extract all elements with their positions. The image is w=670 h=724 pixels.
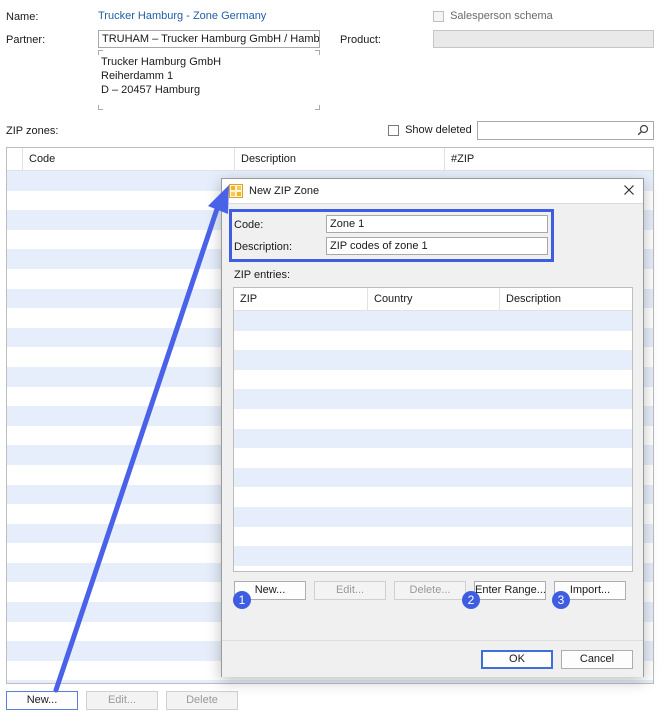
code-label: Code: bbox=[234, 219, 264, 231]
code-input[interactable]: Zone 1 bbox=[326, 215, 548, 233]
enter-range-button[interactable]: Enter Range... bbox=[474, 581, 546, 600]
close-icon[interactable] bbox=[623, 184, 635, 196]
show-deleted-checkbox[interactable] bbox=[388, 124, 399, 136]
new-zip-zone-dialog: New ZIP Zone Code: Zone 1 Description: Z… bbox=[221, 178, 644, 677]
table-header: Code Description #ZIP bbox=[7, 148, 653, 171]
salesperson-schema-checkbox[interactable] bbox=[433, 10, 444, 22]
column-header-zip[interactable]: ZIP bbox=[234, 288, 367, 310]
product-label: Product: bbox=[340, 34, 381, 46]
salesperson-schema-label: Salesperson schema bbox=[450, 10, 553, 23]
partner-label: Partner: bbox=[6, 34, 46, 46]
column-header-zip-count[interactable]: #ZIP bbox=[444, 148, 653, 170]
zip-entries-table[interactable]: ZIP Country Description bbox=[233, 287, 633, 572]
salesperson-schema-checkbox-wrap[interactable]: Salesperson schema bbox=[433, 10, 553, 22]
address-line: Trucker Hamburg GmbH bbox=[101, 56, 222, 68]
dialog-title: New ZIP Zone bbox=[249, 185, 320, 197]
entry-edit-button[interactable]: Edit... bbox=[314, 581, 386, 600]
zip-zone-app-icon bbox=[229, 184, 243, 198]
zones-delete-button[interactable]: Delete bbox=[166, 691, 238, 710]
ok-button[interactable]: OK bbox=[481, 650, 553, 669]
column-header-code[interactable]: Code bbox=[22, 148, 234, 170]
step-badge-2: 2 bbox=[462, 591, 480, 609]
product-field[interactable] bbox=[433, 30, 654, 48]
row-selector-header bbox=[7, 148, 22, 170]
show-deleted-label: Show deleted bbox=[405, 124, 472, 137]
zones-new-button[interactable]: New... bbox=[6, 691, 78, 710]
cancel-button[interactable]: Cancel bbox=[561, 650, 633, 669]
zip-entries-body bbox=[234, 311, 632, 566]
show-deleted-checkbox-wrap[interactable]: Show deleted bbox=[388, 124, 472, 136]
search-icon[interactable] bbox=[637, 124, 649, 136]
zip-entries-label: ZIP entries: bbox=[234, 269, 291, 281]
zip-zones-label: ZIP zones: bbox=[6, 125, 59, 137]
entry-delete-button[interactable]: Delete... bbox=[394, 581, 466, 600]
column-header-description[interactable]: Description bbox=[234, 148, 444, 170]
partner-field[interactable]: TRUHAM – Trucker Hamburg GmbH / Hambu bbox=[98, 30, 320, 48]
address-line: Reiherdamm 1 bbox=[101, 70, 174, 82]
search-input[interactable] bbox=[477, 121, 654, 140]
name-label: Name: bbox=[6, 11, 39, 23]
step-badge-3: 3 bbox=[552, 591, 570, 609]
column-header-country[interactable]: Country bbox=[367, 288, 499, 310]
description-input[interactable]: ZIP codes of zone 1 bbox=[326, 237, 548, 255]
step-badge-1: 1 bbox=[233, 591, 251, 609]
column-header-description[interactable]: Description bbox=[499, 288, 632, 310]
description-label: Description: bbox=[234, 241, 293, 253]
address-line: D – 20457 Hamburg bbox=[101, 84, 201, 96]
dialog-title-bar: New ZIP Zone bbox=[222, 179, 643, 204]
zip-entries-header: ZIP Country Description bbox=[234, 288, 632, 311]
zones-edit-button[interactable]: Edit... bbox=[86, 691, 158, 710]
address-block: Trucker Hamburg GmbH Reiherdamm 1 D – 20… bbox=[98, 50, 320, 110]
name-value-link[interactable]: Trucker Hamburg - Zone Germany bbox=[98, 10, 266, 22]
